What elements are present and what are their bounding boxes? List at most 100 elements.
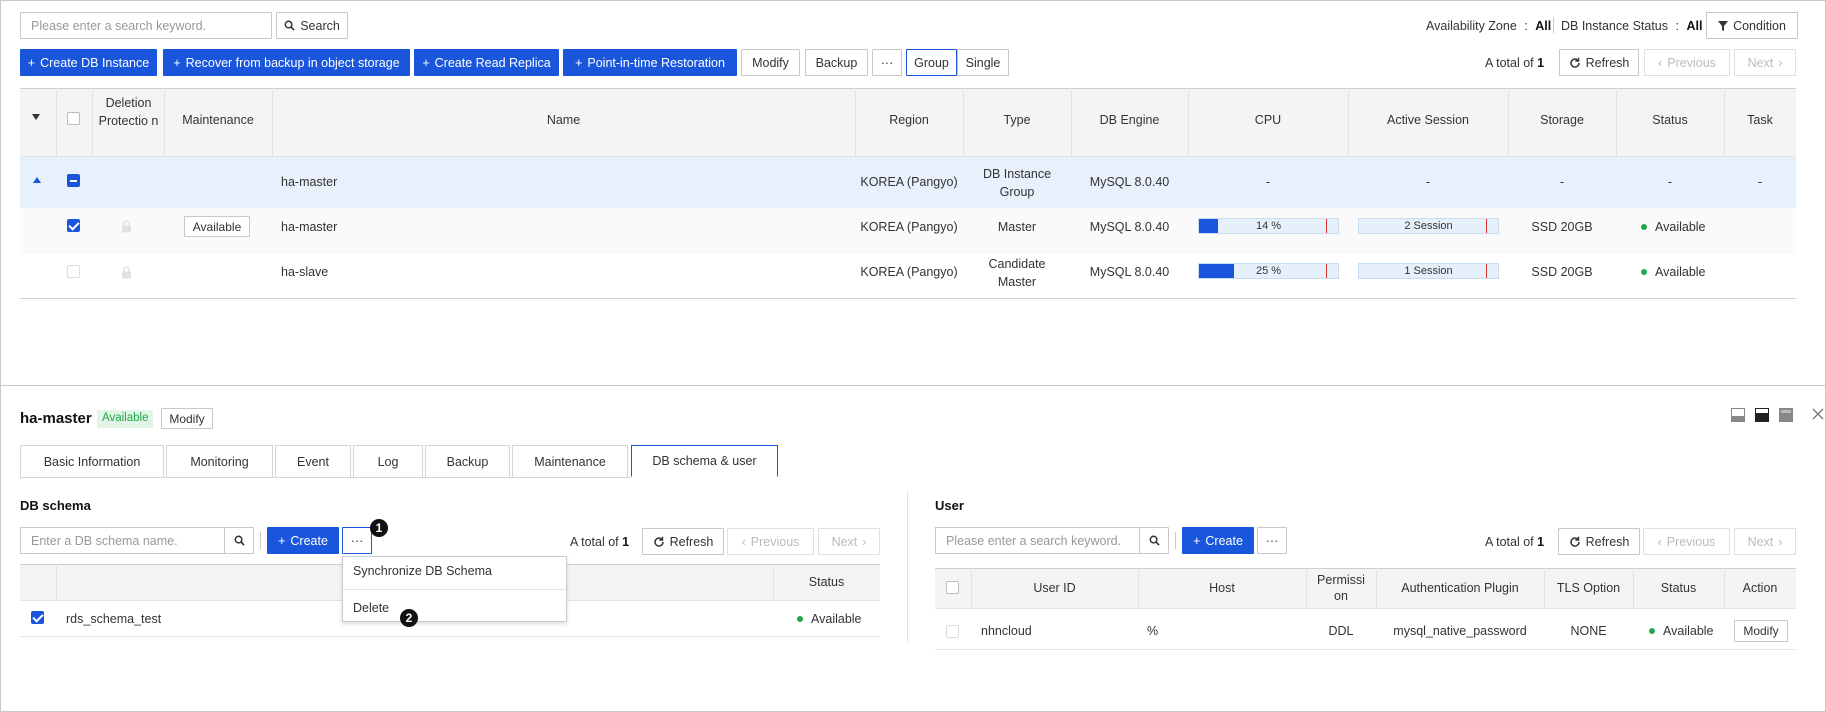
user-row-host: % bbox=[1147, 624, 1159, 638]
user-search-input[interactable]: Please enter a search keyword. bbox=[935, 527, 1140, 554]
chevron-left-icon: ‹ bbox=[741, 534, 746, 549]
user-select-all-checkbox[interactable] bbox=[946, 581, 959, 594]
group-row-checkbox[interactable] bbox=[67, 174, 80, 187]
panel-splitter[interactable] bbox=[0, 385, 1826, 386]
row-name[interactable]: ha-master bbox=[281, 220, 337, 234]
search-input[interactable]: Please enter a search keyword. bbox=[20, 12, 272, 39]
user-previous-button[interactable]: ‹ Previous bbox=[1643, 528, 1730, 555]
row-name[interactable]: ha-slave bbox=[281, 265, 328, 279]
panel-layout-half-icon[interactable] bbox=[1755, 408, 1769, 422]
total-count-value: 1 bbox=[622, 535, 630, 549]
user-refresh-button[interactable]: Refresh bbox=[1558, 528, 1640, 555]
chevron-right-icon: › bbox=[862, 534, 867, 549]
availability-zone-filter[interactable]: Availability Zone : All bbox=[1426, 19, 1551, 33]
lock-icon bbox=[121, 266, 132, 279]
row-status-label: Available bbox=[1655, 220, 1706, 234]
panel-layout-full-icon[interactable] bbox=[1779, 408, 1793, 422]
select-all-checkbox[interactable] bbox=[67, 112, 80, 125]
tab-log[interactable]: Log bbox=[353, 445, 423, 477]
pitr-label: Point-in-time Restoration bbox=[587, 55, 725, 70]
recover-backup-button[interactable]: + Recover from backup in object storage bbox=[163, 49, 410, 76]
tab-label: Monitoring bbox=[190, 454, 249, 469]
user-search-button[interactable] bbox=[1139, 527, 1169, 554]
more-icon: ··· bbox=[1265, 533, 1279, 548]
db-schema-more-button[interactable]: ··· bbox=[342, 527, 372, 554]
group-view-button[interactable]: Group bbox=[906, 49, 957, 76]
more-actions-button[interactable]: ··· bbox=[872, 49, 902, 76]
col-divider bbox=[1306, 568, 1307, 608]
pitr-button[interactable]: + Point-in-time Restoration bbox=[563, 49, 737, 76]
tab-event[interactable]: Event bbox=[275, 445, 351, 477]
single-view-button[interactable]: Single bbox=[957, 49, 1009, 76]
user-create-button[interactable]: + Create bbox=[1182, 527, 1254, 554]
panel-layout-top-icon[interactable] bbox=[1731, 408, 1745, 422]
next-page-button[interactable]: Next › bbox=[1734, 49, 1796, 76]
db-schema-title: DB schema bbox=[20, 498, 91, 513]
expand-all-toggle[interactable] bbox=[31, 113, 41, 121]
condition-button[interactable]: Condition bbox=[1706, 12, 1798, 39]
tab-db-schema-user[interactable]: DB schema & user bbox=[631, 445, 778, 477]
tab-label: Backup bbox=[446, 454, 489, 469]
row-status: Available bbox=[1641, 220, 1706, 234]
detail-modify-button[interactable]: Modify bbox=[161, 408, 213, 429]
user-next-button[interactable]: Next › bbox=[1734, 528, 1796, 555]
db-schema-next-button[interactable]: Next › bbox=[818, 528, 880, 555]
total-count: A total of 1 bbox=[1485, 56, 1544, 70]
previous-page-button[interactable]: ‹ Previous bbox=[1644, 49, 1730, 76]
create-db-instance-button[interactable]: + Create DB Instance bbox=[20, 49, 157, 76]
group-row-region: KOREA (Pangyo) bbox=[860, 175, 958, 189]
close-panel-icon[interactable] bbox=[1812, 408, 1824, 420]
user-more-button[interactable]: ··· bbox=[1257, 527, 1287, 554]
previous-label: Previous bbox=[1667, 55, 1716, 70]
collapse-group-toggle[interactable] bbox=[33, 177, 41, 183]
backup-button[interactable]: Backup bbox=[805, 49, 868, 76]
row-engine: MySQL 8.0.40 bbox=[1089, 220, 1170, 234]
row-checkbox[interactable] bbox=[67, 265, 80, 278]
modify-button[interactable]: Modify bbox=[741, 49, 800, 76]
db-schema-refresh-button[interactable]: Refresh bbox=[642, 528, 724, 555]
user-row-status-label: Available bbox=[1663, 624, 1714, 638]
row-storage: SSD 20GB bbox=[1531, 265, 1593, 279]
menu-item-synchronize-db-schema[interactable]: Synchronize DB Schema bbox=[353, 564, 563, 578]
tab-label: Maintenance bbox=[534, 454, 606, 469]
row-storage: SSD 20GB bbox=[1531, 220, 1593, 234]
row-checkbox[interactable] bbox=[67, 219, 80, 232]
db-instance-status-filter[interactable]: DB Instance Status : All bbox=[1561, 19, 1702, 33]
tab-maintenance[interactable]: Maintenance bbox=[512, 445, 628, 477]
detail-title: ha-master bbox=[20, 410, 92, 427]
db-schema-search-button[interactable] bbox=[224, 527, 254, 554]
group-row-name[interactable]: ha-master bbox=[281, 175, 337, 189]
user-row-modify-button[interactable]: Modify bbox=[1734, 620, 1788, 642]
user-row-checkbox[interactable] bbox=[946, 625, 959, 638]
tab-basic-information[interactable]: Basic Information bbox=[20, 445, 164, 477]
db-schema-row-checkbox[interactable] bbox=[31, 611, 44, 624]
plus-icon: + bbox=[1193, 533, 1201, 548]
db-schema-search-input[interactable]: Enter a DB schema name. bbox=[20, 527, 225, 554]
tab-backup[interactable]: Backup bbox=[425, 445, 510, 477]
col-header-task: Task bbox=[1747, 113, 1773, 127]
tab-monitoring[interactable]: Monitoring bbox=[166, 445, 273, 477]
db-schema-create-button[interactable]: + Create bbox=[267, 527, 339, 554]
menu-item-delete[interactable]: Delete bbox=[353, 601, 563, 615]
previous-label: Previous bbox=[750, 534, 800, 549]
maintenance-available-button[interactable]: Available bbox=[184, 216, 250, 237]
search-input-placeholder: Please enter a search keyword. bbox=[31, 18, 207, 33]
user-row-user-id: nhncloud bbox=[981, 624, 1032, 638]
create-label: Create bbox=[1205, 533, 1243, 548]
previous-label: Previous bbox=[1666, 534, 1716, 549]
group-row-engine: MySQL 8.0.40 bbox=[1089, 175, 1170, 189]
tab-label: Event bbox=[297, 454, 329, 469]
status-filter-value: All bbox=[1686, 19, 1703, 33]
col-header-storage: Storage bbox=[1540, 113, 1584, 127]
create-read-replica-button[interactable]: + Create Read Replica bbox=[414, 49, 559, 76]
backup-label: Backup bbox=[815, 55, 858, 70]
search-button[interactable]: Search bbox=[276, 12, 348, 39]
user-row-status: Available bbox=[1649, 624, 1714, 638]
az-sep: : bbox=[1524, 19, 1528, 33]
search-icon bbox=[234, 535, 245, 546]
tab-label: Log bbox=[377, 454, 399, 469]
db-schema-previous-button[interactable]: ‹ Previous bbox=[727, 528, 814, 555]
refresh-button[interactable]: Refresh bbox=[1559, 49, 1639, 76]
group-row-storage: - bbox=[1559, 175, 1565, 189]
col-header-type: Type bbox=[1003, 113, 1031, 127]
